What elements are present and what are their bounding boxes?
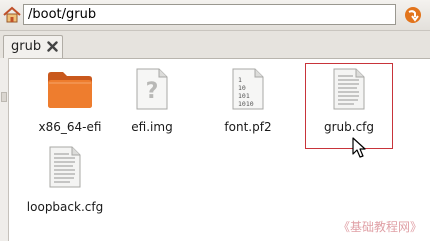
- home-icon[interactable]: [2, 5, 22, 25]
- location-bar: [0, 0, 430, 31]
- close-icon[interactable]: [47, 41, 58, 52]
- file-name: efi.img: [131, 120, 173, 134]
- file-view: x86_64-efi ? efi.img 1 10 101 1010 font.…: [9, 59, 430, 241]
- tab-grub[interactable]: grub: [3, 35, 63, 58]
- pane-grip[interactable]: [1, 92, 7, 102]
- file-item-grub-cfg[interactable]: grub.cfg: [305, 63, 393, 149]
- side-pane-handle[interactable]: [0, 58, 9, 241]
- file-item-x86_64-efi[interactable]: x86_64-efi: [27, 67, 113, 151]
- go-arrow-icon[interactable]: [403, 5, 423, 25]
- binary-digits: 1: [238, 76, 242, 84]
- path-input[interactable]: [23, 4, 396, 25]
- text-file-icon: [333, 68, 365, 110]
- text-file-icon: [49, 146, 81, 188]
- binary-digits: 10: [238, 84, 246, 92]
- file-item-loopback-cfg[interactable]: loopback.cfg: [22, 145, 108, 229]
- binary-file-icon: 1 10 101 1010: [232, 68, 264, 110]
- file-name: loopback.cfg: [26, 200, 104, 214]
- unknown-glyph: ?: [146, 79, 159, 104]
- binary-digits: 101: [238, 92, 250, 100]
- folder-icon: [48, 72, 92, 108]
- file-name: grub.cfg: [323, 120, 375, 134]
- unknown-file-icon: ?: [136, 68, 168, 110]
- file-name: x86_64-efi: [38, 120, 102, 134]
- file-item-efi-img[interactable]: ? efi.img: [109, 67, 195, 151]
- watermark: 《基础教程网》: [337, 220, 422, 234]
- tab-label: grub: [11, 39, 42, 54]
- binary-digits: 1010: [238, 100, 254, 108]
- tab-bar: grub: [0, 31, 430, 59]
- mouse-pointer-icon: [352, 137, 366, 158]
- file-item-font-pf2[interactable]: 1 10 101 1010 font.pf2: [205, 67, 291, 151]
- file-name: font.pf2: [224, 120, 272, 134]
